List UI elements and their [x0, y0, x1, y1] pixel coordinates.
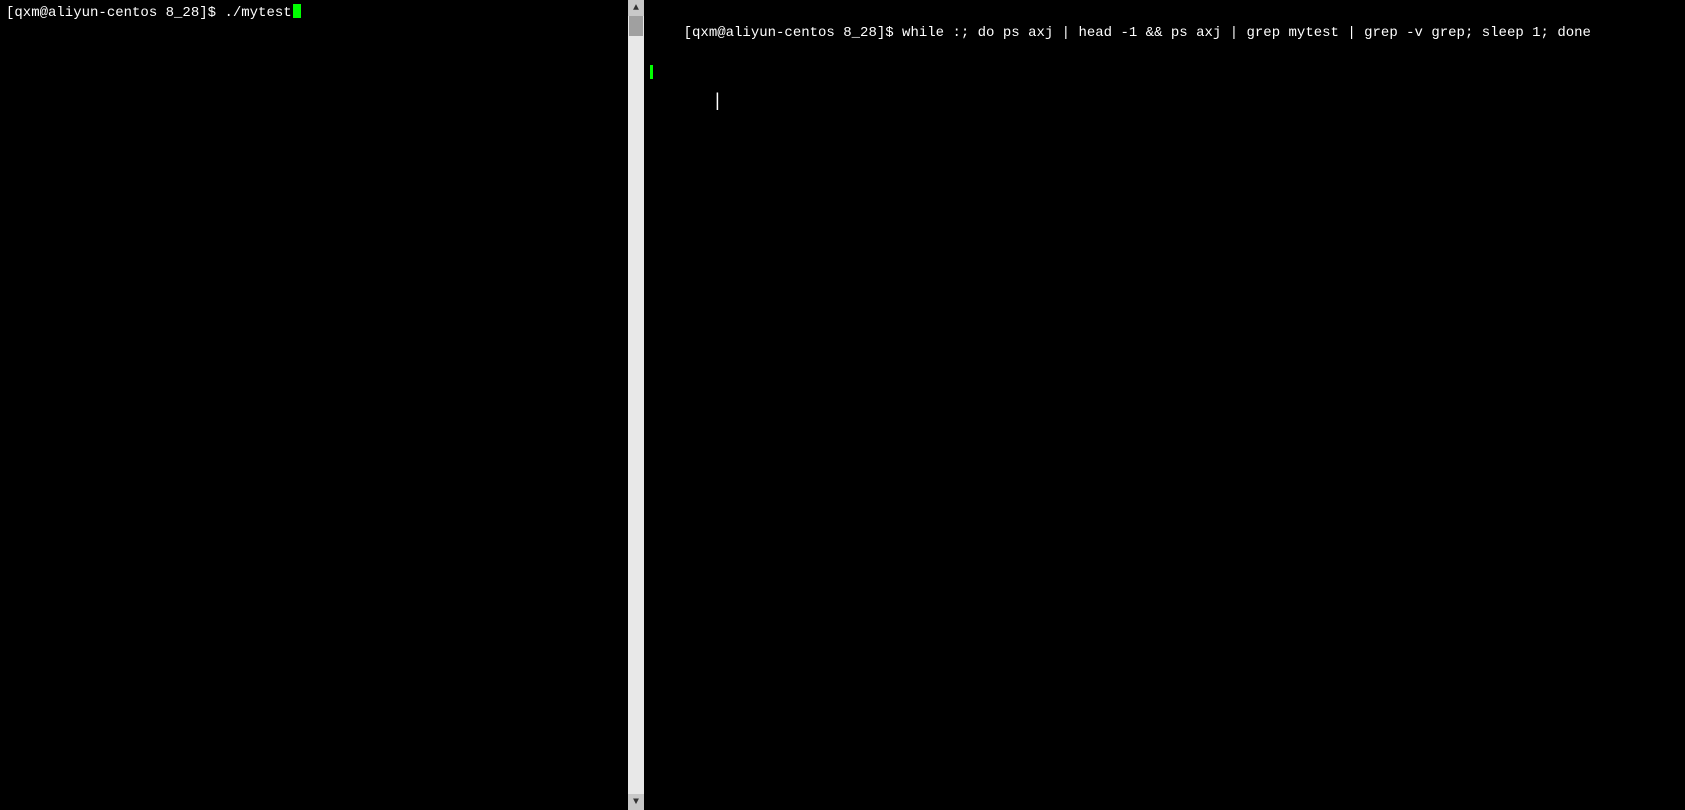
scroll-thumb[interactable] — [629, 16, 643, 36]
vertical-scrollbar[interactable]: ▲ ▼ — [628, 0, 644, 810]
right-terminal-command-line: [qxm@aliyun-centos 8_28]$ while :; do ps… — [650, 4, 1679, 63]
right-terminal-cursor-line — [650, 65, 1679, 79]
left-terminal-prompt: [qxm@aliyun-centos 8_28]$ — [6, 4, 224, 24]
left-terminal-command: ./mytest — [224, 4, 291, 24]
right-terminal-prompt: [qxm@aliyun-centos 8_28]$ — [684, 25, 902, 41]
right-terminal-command: while :; do ps axj | head -1 && ps axj |… — [902, 25, 1591, 41]
left-terminal-cursor — [293, 4, 301, 18]
scroll-track[interactable] — [628, 16, 644, 794]
terminal-right-pane[interactable]: [qxm@aliyun-centos 8_28]$ while :; do ps… — [644, 0, 1685, 810]
i-beam-cursor: | — [712, 92, 723, 112]
scroll-up-arrow[interactable]: ▲ — [628, 0, 644, 16]
right-terminal-cursor — [650, 65, 653, 79]
scroll-down-arrow[interactable]: ▼ — [628, 794, 644, 810]
terminal-left-pane[interactable]: [qxm@aliyun-centos 8_28]$ ./mytest — [0, 0, 628, 810]
left-terminal-prompt-line: [qxm@aliyun-centos 8_28]$ ./mytest — [6, 4, 622, 24]
